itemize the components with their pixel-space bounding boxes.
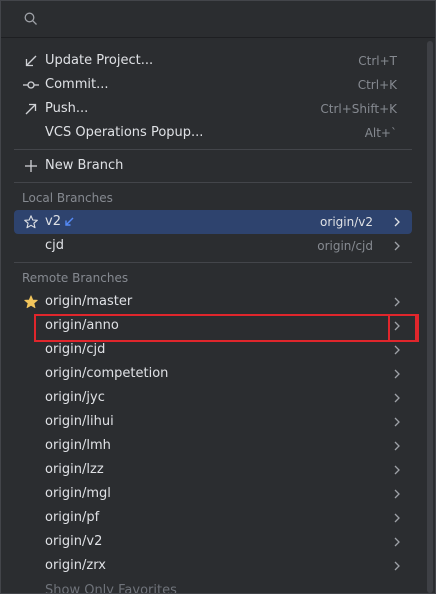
remote-branch-origin-v2[interactable]: origin/v2 bbox=[14, 530, 412, 554]
update-project-label: Update Project... bbox=[45, 53, 154, 68]
tracking-branch: origin/v2 bbox=[320, 215, 373, 229]
push-shortcut: Ctrl+Shift+K bbox=[320, 102, 397, 116]
vcs-operations-popup-shortcut: Alt+` bbox=[364, 126, 397, 140]
branch-name: origin/jyc bbox=[45, 390, 105, 405]
new-branch-item[interactable]: New Branch bbox=[14, 154, 412, 178]
branch-name: origin/pf bbox=[45, 510, 100, 525]
branch-name: origin/mgl bbox=[45, 486, 111, 501]
separator bbox=[14, 149, 412, 150]
plus-icon bbox=[25, 160, 37, 172]
chevron-right-icon[interactable] bbox=[389, 510, 405, 526]
incoming-arrow-icon bbox=[65, 217, 74, 226]
scrollbar[interactable] bbox=[427, 41, 433, 593]
branch-name: origin/lzz bbox=[45, 462, 104, 477]
tracking-branch: origin/cjd bbox=[317, 239, 373, 253]
chevron-right-icon[interactable] bbox=[389, 462, 405, 478]
vcs-operations-popup-label: VCS Operations Popup... bbox=[45, 125, 204, 140]
annotation-highlight-chevron bbox=[388, 314, 417, 342]
remote-branches-header: Remote Branches bbox=[22, 271, 129, 285]
branch-name: v2 bbox=[45, 214, 61, 229]
search-bar[interactable] bbox=[1, 1, 435, 38]
local-branches-header: Local Branches bbox=[22, 191, 113, 205]
commit-item[interactable]: Commit... Ctrl+K bbox=[14, 73, 412, 97]
search-icon bbox=[24, 12, 37, 25]
branch-name: origin/zrx bbox=[45, 558, 106, 573]
branch-name: cjd bbox=[45, 238, 65, 253]
remote-branch-origin-lzz[interactable]: origin/lzz bbox=[14, 458, 412, 482]
push-label: Push... bbox=[45, 101, 89, 116]
commit-label: Commit... bbox=[45, 77, 109, 92]
chevron-right-icon[interactable] bbox=[389, 342, 405, 358]
remote-branch-origin-mgl[interactable]: origin/mgl bbox=[14, 482, 412, 506]
remote-branch-origin-lihui[interactable]: origin/lihui bbox=[14, 410, 412, 434]
vcs-operations-popup-item[interactable]: VCS Operations Popup... Alt+` bbox=[14, 121, 412, 145]
chevron-right-icon[interactable] bbox=[389, 534, 405, 550]
remote-branch-origin-pf[interactable]: origin/pf bbox=[14, 506, 412, 530]
branch-name: origin/v2 bbox=[45, 534, 103, 549]
remote-branch-origin-lmh[interactable]: origin/lmh bbox=[14, 434, 412, 458]
chevron-right-icon[interactable] bbox=[389, 558, 405, 574]
chevron-right-icon[interactable] bbox=[389, 238, 405, 254]
annotation-highlight-box bbox=[34, 314, 419, 342]
chevron-right-icon[interactable] bbox=[389, 366, 405, 382]
chevron-right-icon[interactable] bbox=[389, 294, 405, 310]
remote-branch-origin-zrx[interactable]: origin/zrx bbox=[14, 554, 412, 578]
update-project-shortcut: Ctrl+T bbox=[358, 54, 397, 68]
chevron-right-icon[interactable] bbox=[389, 214, 405, 230]
branch-name: origin/master bbox=[45, 294, 133, 309]
update-project-item[interactable]: Update Project... Ctrl+T bbox=[14, 49, 412, 73]
remote-branch-origin-competetion[interactable]: origin/competetion bbox=[14, 362, 412, 386]
branch-name: origin/lmh bbox=[45, 438, 111, 453]
separator bbox=[14, 262, 412, 263]
separator bbox=[14, 182, 412, 183]
new-branch-label: New Branch bbox=[45, 158, 124, 173]
branch-name: origin/competetion bbox=[45, 366, 169, 381]
local-branch-cjd[interactable]: cjd origin/cjd bbox=[14, 234, 412, 258]
update-arrow-icon bbox=[25, 55, 37, 67]
commit-shortcut: Ctrl+K bbox=[357, 78, 397, 92]
git-branches-popup: Update Project... Ctrl+T Commit... Ctrl+… bbox=[0, 0, 436, 594]
show-only-favorites-link[interactable]: Show Only Favorites bbox=[45, 581, 177, 593]
chevron-right-icon[interactable] bbox=[389, 390, 405, 406]
commit-icon bbox=[23, 81, 39, 89]
branch-name: origin/lihui bbox=[45, 414, 114, 429]
chevron-right-icon[interactable] bbox=[389, 438, 405, 454]
remote-branch-origin-master[interactable]: origin/master bbox=[14, 290, 412, 314]
push-arrow-icon bbox=[25, 103, 37, 115]
search-input[interactable] bbox=[45, 9, 419, 31]
chevron-right-icon[interactable] bbox=[389, 414, 405, 430]
star-filled-icon[interactable] bbox=[23, 294, 39, 310]
remote-branch-origin-jyc[interactable]: origin/jyc bbox=[14, 386, 412, 410]
scrollbar-thumb[interactable] bbox=[427, 41, 433, 593]
push-item[interactable]: Push... Ctrl+Shift+K bbox=[14, 97, 412, 121]
local-branch-v2[interactable]: v2 origin/v2 bbox=[14, 210, 412, 234]
chevron-right-icon[interactable] bbox=[389, 486, 405, 502]
star-outline-icon[interactable] bbox=[23, 214, 39, 230]
